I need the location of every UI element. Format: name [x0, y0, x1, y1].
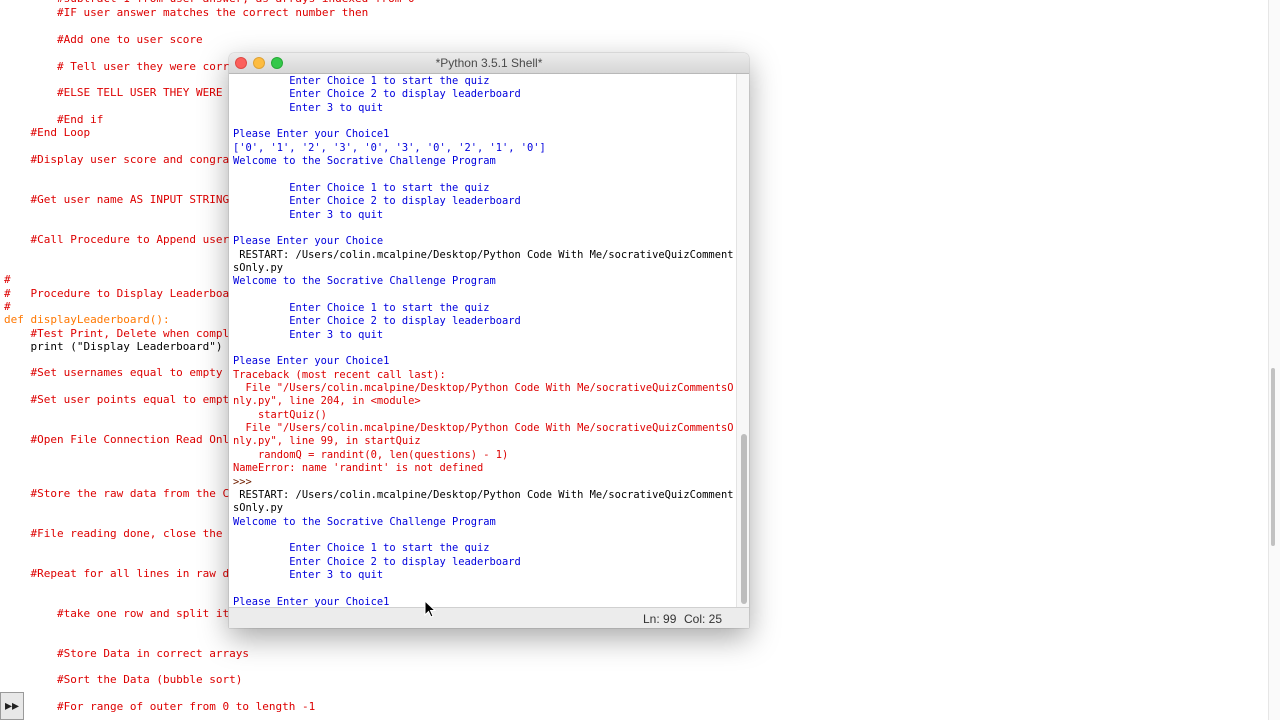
editor-code-line: #Add one to user score — [4, 33, 203, 46]
editor-code-line: #Display user score and congratu — [4, 153, 243, 166]
shell-line: File "/Users/colin.mcalpine/Desktop/Pyth… — [233, 422, 734, 435]
editor-code-line: #Set user points equal to empty — [4, 393, 236, 406]
shell-line: Traceback (most recent call last): — [233, 368, 446, 381]
shell-line: nly.py", line 99, in startQuiz — [233, 435, 421, 448]
status-bar: Ln: 99 Col: 25 — [229, 607, 749, 628]
shell-line: Welcome to the Socrative Challenge Progr… — [233, 515, 496, 528]
shell-line: startQuiz() — [233, 408, 327, 421]
editor-code-line: #Get user name AS INPUT STRING K — [4, 193, 243, 206]
shell-line: Enter Choice 1 to start the quiz — [233, 75, 490, 87]
editor-code-line: #subtract 1 from user answer, as arrays … — [4, 0, 415, 5]
window-title: *Python 3.5.1 Shell* — [435, 56, 543, 70]
shell-line: Enter Choice 1 to start the quiz — [233, 542, 490, 555]
editor-code-line: # — [4, 273, 11, 286]
editor-code-line: #take one row and split it a — [4, 607, 243, 620]
editor-code-line: #End Loop — [4, 126, 91, 139]
editor-code-line: #Store the raw data from the CSV — [4, 487, 243, 500]
shell-line: Enter 3 to quit — [233, 208, 384, 221]
shell-line: randomQ = randint(0, len(questions) - 1) — [233, 448, 509, 461]
shell-line: >>> — [233, 475, 252, 488]
editor-code-line: #Repeat for all lines in raw dat — [4, 567, 243, 580]
shell-line: Enter 3 to quit — [233, 328, 384, 341]
editor-code-line: #For range of outer from 0 to length -1 — [4, 700, 316, 713]
shell-line: Enter Choice 2 to display leaderboard — [233, 555, 521, 568]
editor-code-line: # Procedure to Display Leaderboard — [4, 287, 243, 300]
editor-code-line: #Test Print, Delete when complet — [4, 327, 243, 340]
editor-code-line: #Sort the Data (bubble sort) — [4, 673, 243, 686]
shell-line: Enter Choice 1 to start the quiz — [233, 301, 490, 314]
editor-code-line: #IF user answer matches the correct numb… — [4, 6, 369, 19]
editor-code-line: #ELSE TELL USER THEY WERE WR — [4, 86, 243, 99]
expand-button[interactable]: ▸▸ — [0, 692, 24, 720]
python-shell-window[interactable]: *Python 3.5.1 Shell* Enter Choice 1 to s… — [229, 53, 749, 628]
shell-line: Enter 3 to quit — [233, 568, 384, 581]
shell-scroll-thumb[interactable] — [741, 434, 747, 604]
editor-code-line: #Set usernames equal to empty ar — [4, 366, 243, 379]
shell-line: ['0', '1', '2', '3', '0', '3', '0', '2',… — [233, 141, 546, 154]
shell-line: Enter Choice 1 to start the quiz — [233, 181, 490, 194]
editor-scroll-thumb[interactable] — [1271, 368, 1275, 546]
editor-scrollbar[interactable] — [1268, 0, 1280, 720]
shell-line: RESTART: /Users/colin.mcalpine/Desktop/P… — [233, 488, 734, 501]
editor-code-line: # — [4, 300, 11, 313]
shell-scrollbar[interactable] — [736, 74, 749, 607]
shell-line: NameError: name 'randint' is not defined — [233, 462, 484, 475]
editor-code-line: print ("Display Leaderboard") — [4, 340, 223, 353]
shell-output[interactable]: Enter Choice 1 to start the quiz Enter C… — [233, 75, 734, 608]
shell-line: Enter Choice 2 to display leaderboard — [233, 88, 521, 101]
shell-line: File "/Users/colin.mcalpine/Desktop/Pyth… — [233, 382, 734, 395]
window-titlebar[interactable]: *Python 3.5.1 Shell* — [229, 53, 749, 74]
shell-line: Please Enter your Choice1 — [233, 355, 390, 368]
editor-code-line: def displayLeaderboard(): — [4, 313, 170, 326]
editor-code-line: #Open File Connection Read Only — [4, 433, 236, 446]
shell-line: Enter 3 to quit — [233, 101, 384, 114]
editor-code-line: # Tell user they were correc — [4, 60, 243, 73]
shell-line: Enter Choice 2 to display leaderboard — [233, 195, 521, 208]
shell-line: sOnly.py — [233, 502, 284, 515]
shell-line: Enter Choice 2 to display leaderboard — [233, 315, 521, 328]
shell-line: RESTART: /Users/colin.mcalpine/Desktop/P… — [233, 248, 734, 261]
editor-code-line: #File reading done, close the fi — [4, 527, 243, 540]
editor-code-line: #End if — [4, 113, 104, 126]
shell-line: Welcome to the Socrative Challenge Progr… — [233, 155, 496, 168]
line-number-status: Ln: 99 — [643, 612, 677, 626]
shell-line: Please Enter your Choice1 — [233, 128, 390, 141]
editor-code-line: #Call Procedure to Append user t — [4, 233, 243, 246]
editor-code-line: #Store Data in correct arrays — [4, 647, 250, 660]
mouse-pointer-icon — [424, 600, 436, 618]
shell-line: nly.py", line 204, in <module> — [233, 395, 421, 408]
column-number-status: Col: 25 — [684, 612, 723, 626]
shell-line: Welcome to the Socrative Challenge Progr… — [233, 275, 496, 288]
shell-line: sOnly.py — [233, 261, 284, 274]
shell-line: Please Enter your Choice — [233, 235, 384, 248]
